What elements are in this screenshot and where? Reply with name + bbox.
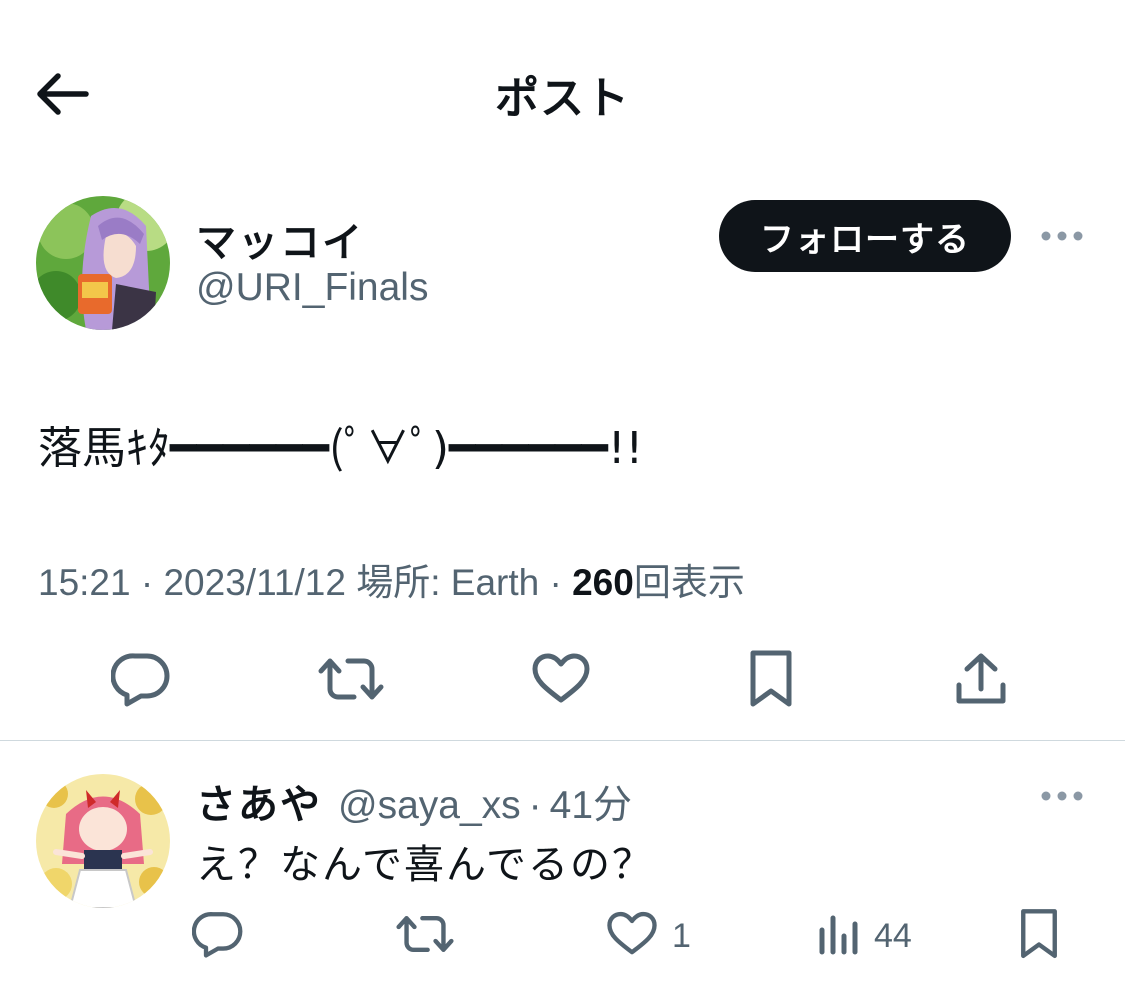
reply-icon [110, 651, 171, 711]
views-count: 44 [874, 916, 912, 955]
post-time: 15:21 [38, 562, 131, 603]
more-horizontal-icon [1040, 787, 1084, 806]
like-icon [531, 652, 591, 710]
like-button[interactable] [522, 642, 600, 720]
like-count: 1 [672, 916, 691, 955]
bookmark-icon [747, 649, 795, 713]
author-avatar[interactable] [36, 196, 170, 330]
reply-retweet-button[interactable] [396, 906, 454, 966]
reply-more-options-button[interactable] [1030, 776, 1094, 816]
post-date: 2023/11/12 [163, 562, 346, 603]
reply-reply-button[interactable] [191, 906, 244, 966]
divider [0, 740, 1125, 741]
reply-bookmark-button[interactable] [1018, 906, 1060, 966]
meta-separator: · [549, 562, 562, 603]
reply-button[interactable] [102, 642, 180, 720]
author-handle[interactable]: @URI_Finals [196, 266, 428, 310]
post-text: 落馬ｷﾀ━━━━━━(ﾟ∀ﾟ)━━━━━━!! [38, 423, 644, 474]
share-icon [953, 651, 1009, 711]
reply-avatar[interactable] [36, 774, 170, 908]
analytics-icon [816, 912, 860, 960]
more-horizontal-icon [1040, 227, 1084, 246]
views-label: 回表示 [633, 562, 745, 603]
like-icon [606, 910, 658, 962]
more-options-button[interactable] [1030, 216, 1094, 256]
reply-time[interactable]: 41分 [550, 774, 632, 830]
views-count[interactable]: 260 [572, 562, 634, 603]
reply-author-handle[interactable]: @saya_xs [338, 784, 521, 828]
post-location: 場所: Earth [356, 562, 540, 603]
retweet-icon [396, 911, 454, 961]
reply-icon [191, 910, 244, 962]
reply-separator: · [528, 784, 542, 827]
reply-text: え？なんで喜んでるの？ [196, 842, 654, 888]
reply-author-name[interactable]: さあや [196, 772, 322, 830]
bookmark-button[interactable] [732, 642, 810, 720]
retweet-button[interactable] [312, 642, 390, 720]
retweet-icon [318, 653, 384, 709]
post-meta: 15:21 · 2023/11/12 場所: Earth · 260回表示 [38, 552, 745, 606]
page-title: ポスト [495, 73, 630, 124]
follow-button[interactable]: フォローする [719, 200, 1011, 272]
share-button[interactable] [942, 642, 1020, 720]
reply-like-button[interactable]: 1 [606, 906, 691, 966]
author-name[interactable]: マッコイ [196, 210, 364, 268]
reply-header: さあや @saya_xs · 41分 [196, 772, 632, 830]
bookmark-icon [1018, 907, 1060, 965]
meta-separator: · [140, 562, 154, 603]
reply-views-button[interactable]: 44 [816, 906, 912, 966]
